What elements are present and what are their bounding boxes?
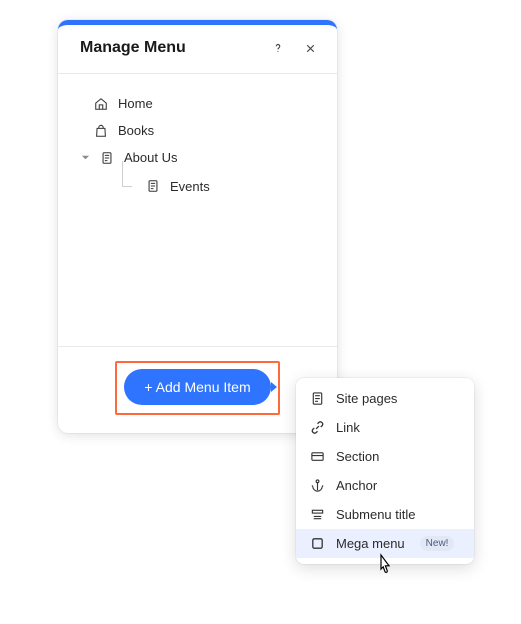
dropdown-item-mega-menu[interactable]: Mega menu New! (296, 529, 474, 558)
add-item-dropdown: Site pages Link Section Anchor Submenu t… (296, 378, 474, 564)
add-button-highlight: + Add Menu Item (115, 361, 279, 415)
home-icon (94, 97, 108, 111)
dropdown-item-anchor[interactable]: Anchor (296, 471, 474, 500)
dropdown-item-site-pages[interactable]: Site pages (296, 384, 474, 413)
add-button-label: + Add Menu Item (144, 379, 250, 395)
link-icon (310, 420, 325, 435)
dropdown-item-label: Link (336, 420, 360, 435)
tree-connector (118, 177, 136, 195)
anchor-icon (310, 478, 325, 493)
menu-item-home[interactable]: Home (76, 90, 319, 117)
menu-item-label: Events (170, 179, 210, 194)
help-button[interactable] (269, 39, 287, 57)
dropdown-item-submenu-title[interactable]: Submenu title (296, 500, 474, 529)
page-icon (146, 179, 160, 193)
header-actions (269, 39, 319, 57)
dropdown-item-label: Anchor (336, 478, 377, 493)
chevron-down-icon (81, 153, 90, 162)
menu-item-events[interactable]: Events (76, 171, 319, 201)
add-button-caret-icon (271, 382, 277, 392)
square-icon (310, 536, 325, 551)
expand-caret[interactable] (76, 153, 90, 162)
dropdown-item-section[interactable]: Section (296, 442, 474, 471)
page-icon (100, 151, 114, 165)
dropdown-item-label: Site pages (336, 391, 397, 406)
bag-icon (94, 124, 108, 138)
help-icon (271, 41, 285, 55)
submenu-icon (310, 507, 325, 522)
section-icon (310, 449, 325, 464)
menu-item-books[interactable]: Books (76, 117, 319, 144)
new-badge: New! (420, 536, 455, 551)
page-icon (310, 391, 325, 406)
menu-item-label: Books (118, 123, 154, 138)
close-button[interactable] (301, 39, 319, 57)
menu-item-about-us[interactable]: About Us (76, 144, 319, 171)
panel-title: Manage Menu (80, 39, 186, 57)
menu-item-label: Home (118, 96, 153, 111)
dropdown-item-label: Section (336, 449, 379, 464)
dropdown-item-label: Mega menu (336, 536, 405, 551)
manage-menu-panel: Manage Menu Home (58, 20, 337, 433)
close-icon (304, 42, 317, 55)
menu-item-label: About Us (124, 150, 177, 165)
menu-tree: Home Books About Us Events (58, 74, 337, 346)
panel-header: Manage Menu (58, 25, 337, 74)
add-menu-item-button[interactable]: + Add Menu Item (124, 369, 270, 405)
dropdown-item-label: Submenu title (336, 507, 416, 522)
dropdown-item-link[interactable]: Link (296, 413, 474, 442)
